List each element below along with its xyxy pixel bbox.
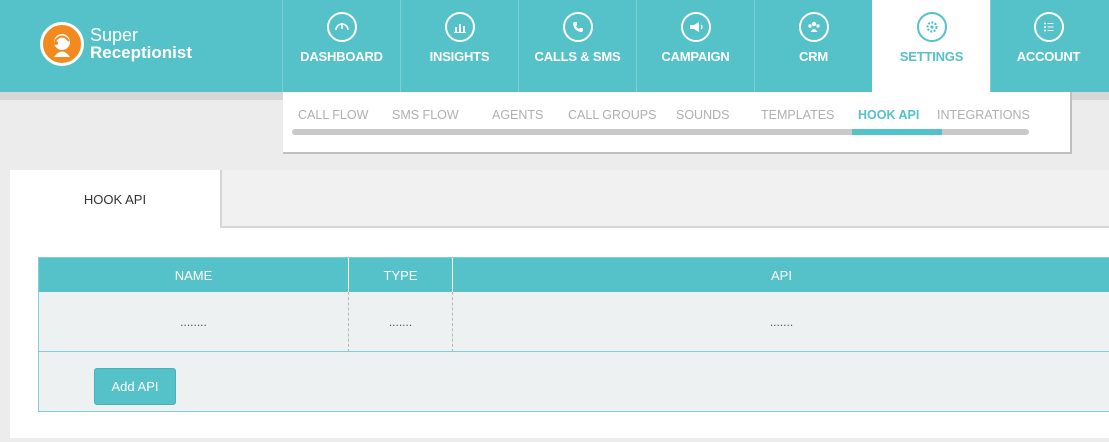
subnav-item-agents[interactable]: AGENTS [492, 108, 543, 122]
subnav-active-indicator [852, 129, 942, 135]
column-header-name[interactable]: NAME [39, 258, 349, 292]
brand-logo[interactable]: Super Receptionist [40, 22, 192, 66]
hook-api-table: NAME TYPE API ........ ....... ....... A… [38, 257, 1109, 412]
receptionist-logo-icon [40, 22, 84, 66]
panel-tab-strip: HOOK API [10, 170, 1109, 228]
hook-api-panel: HOOK API NAME TYPE API ........ ....... … [10, 170, 1109, 438]
nav-item-crm[interactable]: CRM [754, 0, 872, 92]
subnav-item-call-flow[interactable]: CALL FLOW [298, 108, 368, 122]
brand-name: Super Receptionist [90, 26, 192, 62]
tab-hook-api[interactable]: HOOK API [10, 170, 222, 228]
nav-item-label: CRM [798, 49, 828, 64]
subnav-item-sounds[interactable]: SOUNDS [676, 108, 729, 122]
nav-item-label: DASHBOARD [300, 49, 383, 64]
brand-name-line1: Super [90, 25, 139, 45]
megaphone-icon [680, 12, 711, 42]
users-icon [798, 12, 829, 42]
column-header-api[interactable]: API [453, 258, 1109, 292]
add-api-button[interactable]: Add API [94, 368, 176, 405]
subnav-item-templates[interactable]: TEMPLATES [761, 108, 834, 122]
bar-chart-icon [444, 12, 475, 42]
subnav-item-integrations[interactable]: INTEGRATIONS [937, 108, 1030, 122]
table-header: NAME TYPE API [39, 258, 1109, 292]
cell-type: ....... [349, 292, 453, 352]
nav-item-label: SETTINGS [899, 49, 964, 64]
settings-subnav: CALL FLOW SMS FLOW AGENTS CALL GROUPS SO… [283, 92, 1072, 154]
nav-item-label: ACCOUNT [1016, 49, 1081, 64]
subnav-scrollbar[interactable] [292, 129, 1029, 135]
nav-item-insights[interactable]: INSIGHTS [400, 0, 518, 92]
subnav-item-sms-flow[interactable]: SMS FLOW [392, 108, 459, 122]
subnav-item-hook-api[interactable]: HOOK API [858, 108, 919, 122]
nav-item-label: CALLS & SMS [534, 49, 621, 64]
nav-item-dashboard[interactable]: DASHBOARD [282, 0, 400, 92]
table-row: ........ ....... ....... [39, 292, 1109, 352]
nav-item-campaign[interactable]: CAMPAIGN [636, 0, 754, 92]
gear-icon [916, 12, 947, 42]
phone-icon [562, 12, 593, 42]
subnav-item-call-groups[interactable]: CALL GROUPS [568, 108, 656, 122]
cell-name: ........ [39, 292, 349, 352]
main-nav: DASHBOARD INSIGHTS CALLS & SMS CAMPAIGN … [282, 0, 1106, 92]
nav-item-settings[interactable]: SETTINGS [872, 0, 990, 92]
column-header-type[interactable]: TYPE [349, 258, 453, 292]
gauge-icon [326, 12, 357, 42]
brand-name-line2: Receptionist [90, 43, 193, 62]
nav-item-label: CAMPAIGN [661, 49, 730, 64]
nav-item-label: INSIGHTS [429, 49, 490, 64]
nav-item-account[interactable]: ACCOUNT [990, 0, 1106, 92]
top-navigation-bar: Super Receptionist DASHBOARD INSIGHTS CA… [0, 0, 1109, 92]
nav-item-calls-sms[interactable]: CALLS & SMS [518, 0, 636, 92]
cell-api: ....... [769, 315, 794, 329]
list-icon [1033, 12, 1064, 42]
